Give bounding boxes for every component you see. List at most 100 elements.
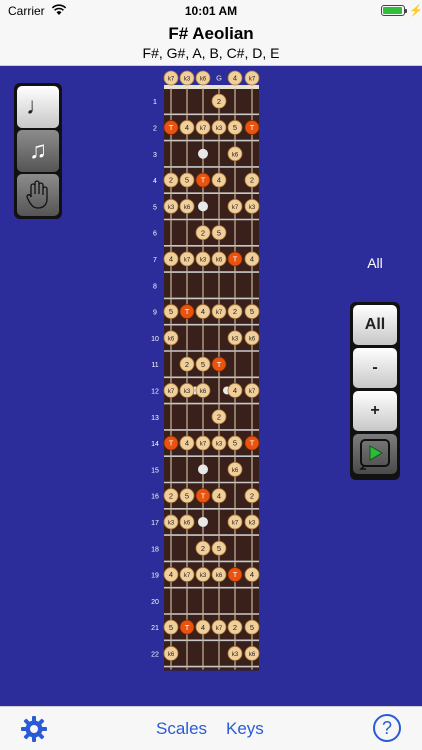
single-note-button[interactable]: ♩ (17, 86, 59, 128)
scale-note: k7 (227, 514, 243, 530)
svg-text:4: 4 (169, 255, 173, 264)
fret-number: 18 (151, 546, 159, 553)
svg-text:k7: k7 (168, 389, 175, 395)
svg-text:2: 2 (217, 412, 221, 421)
svg-text:k6: k6 (249, 652, 256, 658)
fret-inlay (198, 201, 208, 212)
tab-bar: Scales Keys ? (0, 706, 422, 750)
scale-note: 2 (244, 172, 260, 188)
tab-scales[interactable]: Scales (156, 719, 207, 739)
play-loop-icon (359, 439, 390, 470)
svg-text:4: 4 (169, 570, 173, 579)
scale-note: 5 (179, 172, 195, 188)
scale-note: k6 (227, 461, 243, 477)
fret-number: 13 (151, 415, 159, 422)
scale-note: 2 (211, 93, 227, 109)
scale-note: k7 (163, 383, 179, 398)
scale-note: G (216, 74, 222, 83)
svg-text:k3: k3 (184, 389, 191, 395)
svg-text:k7: k7 (232, 521, 239, 527)
fret-number: 14 (151, 441, 159, 448)
scale-note: k7 (179, 567, 195, 582)
fret-number: 20 (151, 599, 159, 606)
tonic-note: T (163, 120, 179, 135)
scale-note: 4 (163, 567, 179, 582)
svg-text:5: 5 (169, 307, 173, 316)
show-all-button[interactable]: All (353, 305, 397, 345)
fret-number: 9 (153, 310, 157, 317)
plus-button[interactable]: + (353, 391, 397, 431)
fretboard-area: 1 2 3 4 5 6 7 8 9 10 11 12 13 14 15 16 17 18 19 20 21 22 k7 k3 k… (0, 66, 422, 706)
svg-text:5: 5 (201, 360, 205, 369)
svg-text:4: 4 (201, 623, 205, 632)
control-panel: All - + (350, 302, 400, 480)
fret-number: 7 (153, 257, 157, 264)
svg-text:T: T (250, 439, 255, 448)
svg-text:k7: k7 (168, 77, 175, 83)
fret-number: 2 (153, 125, 157, 132)
svg-text:k7: k7 (216, 310, 223, 316)
gear-icon[interactable] (20, 715, 48, 743)
svg-text:T: T (169, 123, 174, 132)
tonic-note: T (195, 172, 211, 188)
charging-bolt-icon: ⚡ (409, 5, 422, 17)
help-button[interactable]: ? (373, 714, 401, 742)
scale-note: k7 (244, 383, 260, 398)
svg-text:4: 4 (233, 74, 237, 83)
scale-note: k3 (195, 251, 211, 267)
tab-keys[interactable]: Keys (226, 719, 264, 739)
svg-text:5: 5 (250, 623, 254, 632)
scale-note: k3 (211, 120, 227, 135)
fret-number: 10 (151, 336, 159, 343)
scale-note: 4 (211, 488, 227, 504)
scale-note: k6 (179, 198, 195, 214)
scale-note: 4 (163, 251, 179, 267)
single-note-icon: ♩ (26, 93, 50, 120)
tonic-note: T (211, 356, 227, 372)
scale-note: 2 (163, 488, 179, 504)
tool-panel: ♩ ♫ (14, 83, 62, 219)
scale-note: k6 (244, 646, 260, 661)
scale-note: 4 (244, 251, 260, 267)
svg-text:5: 5 (169, 623, 173, 632)
scale-note: k6 (211, 251, 227, 267)
svg-text:2: 2 (233, 307, 237, 316)
fret-number: 16 (151, 494, 159, 501)
tonic-note: T (195, 488, 211, 504)
fret-number: 1 (153, 99, 157, 106)
fret-number: 6 (153, 231, 157, 238)
svg-text:k3: k3 (168, 205, 175, 211)
svg-text:k3: k3 (249, 521, 256, 527)
scale-note: k7 (227, 198, 243, 214)
svg-text:k6: k6 (184, 521, 191, 527)
fret-inlay (198, 464, 208, 475)
svg-text:k7: k7 (200, 126, 207, 132)
svg-text:5: 5 (185, 176, 189, 185)
svg-text:k7: k7 (184, 258, 191, 264)
svg-text:2: 2 (185, 360, 189, 369)
scale-note: 2 (244, 488, 260, 504)
svg-text:k3: k3 (249, 205, 256, 211)
svg-text:4: 4 (185, 439, 189, 448)
svg-text:5: 5 (217, 544, 221, 553)
minus-button[interactable]: - (353, 348, 397, 388)
scale-note: 2 (227, 304, 243, 319)
svg-text:k7: k7 (249, 77, 256, 83)
fret-number: 22 (151, 651, 159, 658)
play-button[interactable] (353, 434, 397, 474)
scale-note: k3 (227, 646, 243, 661)
hand-button[interactable] (17, 174, 59, 216)
neck (164, 86, 259, 671)
svg-text:4: 4 (201, 307, 205, 316)
svg-text:T: T (233, 570, 238, 579)
scale-note: 4 (244, 567, 260, 582)
fret-number: 15 (151, 467, 159, 474)
svg-text:k7: k7 (184, 573, 191, 579)
chord-notes-button[interactable]: ♫ (17, 130, 59, 172)
svg-text:k3: k3 (184, 77, 191, 83)
tonic-note: T (227, 251, 243, 267)
scale-note: 2 (179, 356, 195, 372)
svg-text:2: 2 (250, 176, 254, 185)
scale-note: k3 (163, 514, 179, 530)
fret-number: 3 (153, 152, 157, 159)
